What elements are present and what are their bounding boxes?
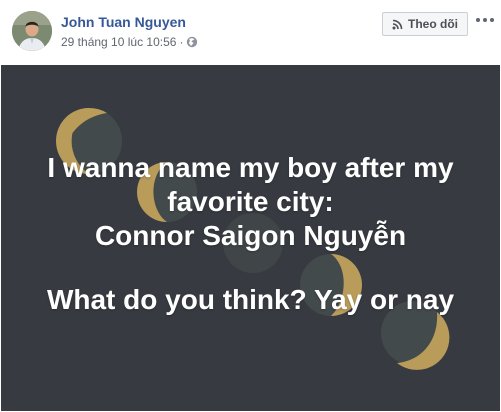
ellipsis-dot (483, 18, 487, 22)
follow-button-label: Theo dõi (408, 17, 458, 31)
ellipsis-dot (490, 18, 494, 22)
post-timestamp[interactable]: 29 tháng 10 lúc 10:56 (61, 35, 176, 49)
status-line: I wanna name my boy after my (47, 152, 454, 183)
follow-button[interactable]: Theo dõi (382, 12, 468, 36)
author-name[interactable]: John Tuan Nguyen (61, 14, 186, 30)
facebook-post: John Tuan Nguyen 29 tháng 10 lúc 10:56 ·… (0, 0, 501, 412)
status-gap (1, 253, 500, 283)
status-line: favorite city: (167, 186, 334, 217)
ellipsis-icon[interactable] (474, 12, 496, 28)
rss-icon (392, 19, 403, 30)
ellipsis-dot (476, 18, 480, 22)
post-meta: 29 tháng 10 lúc 10:56 · (61, 35, 198, 49)
status-text: I wanna name my boy after my favorite ci… (1, 151, 500, 317)
status-line: What do you think? Yay or nay (46, 284, 455, 315)
avatar-image (12, 11, 52, 51)
avatar[interactable] (12, 11, 52, 51)
post-header: John Tuan Nguyen 29 tháng 10 lúc 10:56 ·… (0, 0, 501, 64)
status-line: Connor Saigon Nguyễn (94, 220, 407, 251)
status-background[interactable]: I wanna name my boy after my favorite ci… (1, 65, 500, 411)
globe-icon[interactable] (186, 36, 198, 48)
meta-separator: · (179, 35, 184, 49)
